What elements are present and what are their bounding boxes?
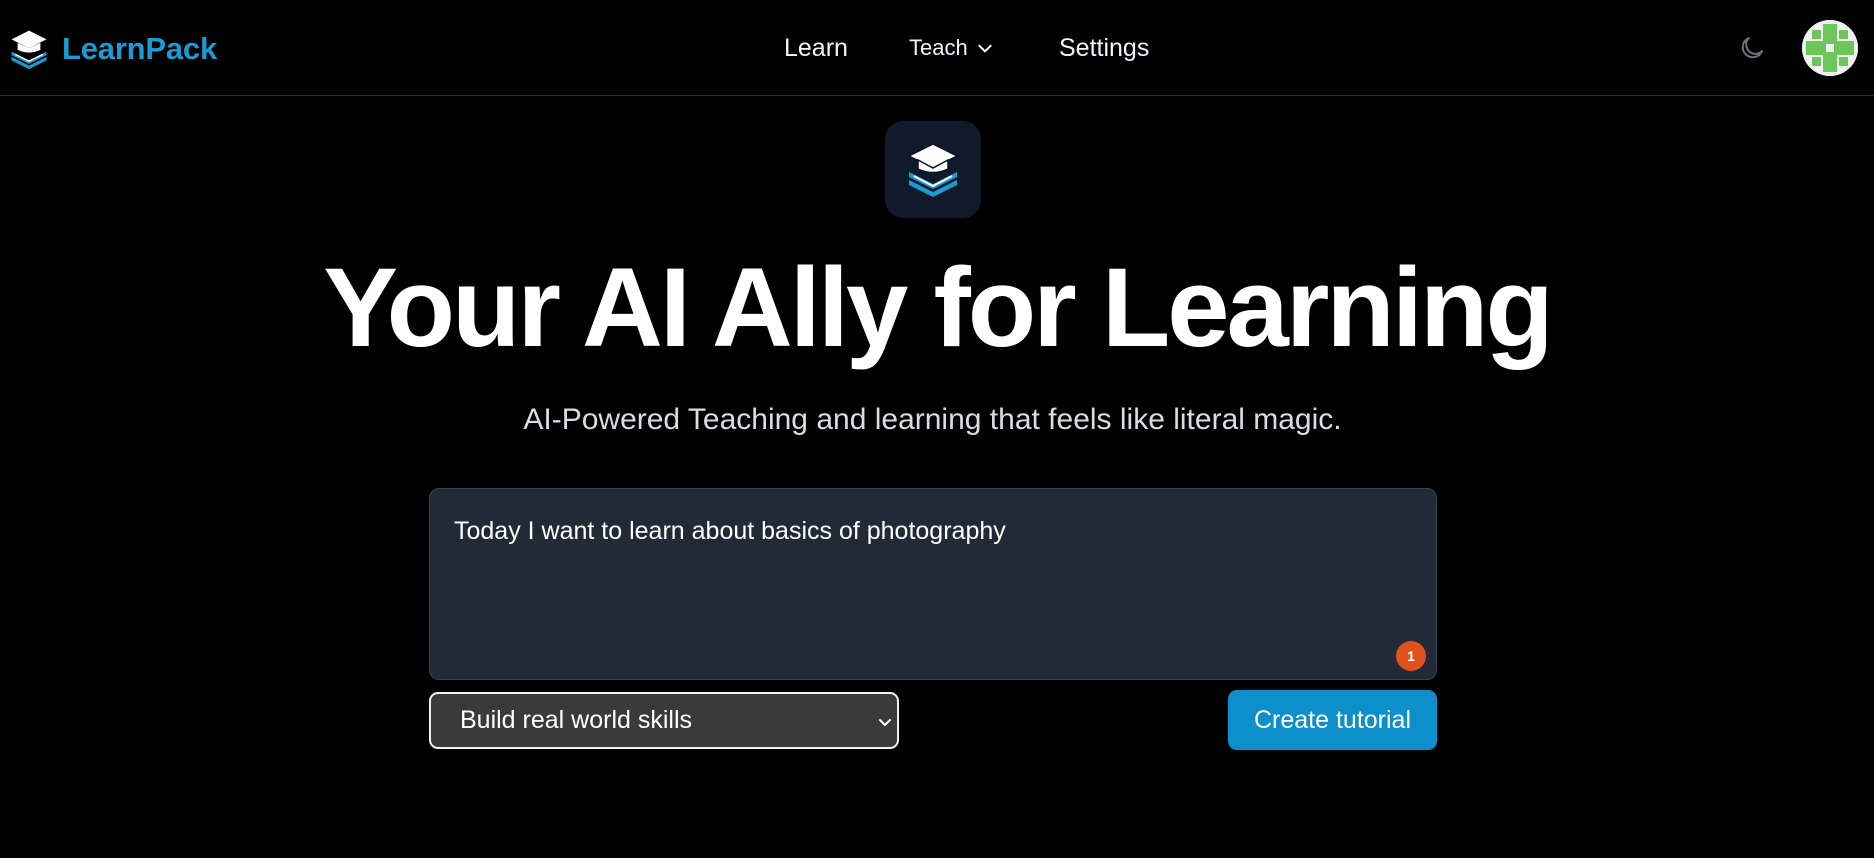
prompt-text-value[interactable]: Today I want to learn about basics of ph… [454,517,1006,546]
brand-logo-link[interactable]: LearnPack [8,26,217,72]
brand-name: LearnPack [62,31,218,66]
user-avatar[interactable] [1802,20,1858,76]
graduation-cap-books-icon [11,30,47,70]
notification-count-badge: 1 [1396,641,1426,671]
identicon-avatar-icon [1802,20,1858,76]
nav-teach-dropdown[interactable]: Teach [909,30,994,66]
chevron-down-icon [978,44,992,53]
nav-teach-label: Teach [909,35,968,60]
nav-learn[interactable]: Learn [784,30,848,66]
top-navigation-bar: LearnPack Learn Teach Settings [0,0,1874,96]
chevron-down-icon [879,719,891,726]
graduation-cap-books-icon [907,142,959,197]
hero-subtitle: AI-Powered Teaching and learning that fe… [523,403,1342,436]
create-tutorial-button[interactable]: Create tutorial [1228,690,1437,750]
nav-settings[interactable]: Settings [1059,30,1149,66]
hero-logo-tile [885,121,981,218]
hero-title: Your AI Ally for Learning [323,245,1554,370]
learning-goal-select[interactable]: Build real world skills [429,692,899,749]
learning-prompt-textarea[interactable]: Today I want to learn about basics of ph… [429,488,1437,680]
moon-icon[interactable] [1737,33,1767,63]
learning-goal-selected-value: Build real world skills [460,706,693,734]
